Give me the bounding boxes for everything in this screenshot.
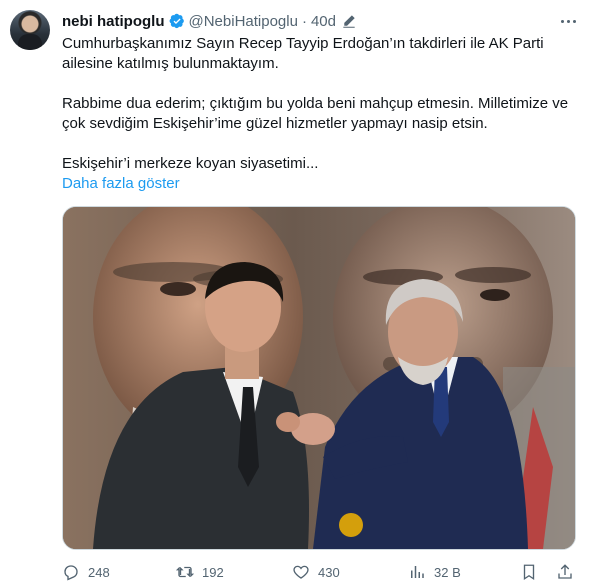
like-button[interactable]: 430: [292, 560, 340, 584]
views-button[interactable]: 32 B: [408, 560, 461, 584]
tweet-header: nebi hatipoglu @NebiHatipoglu · 40d: [62, 11, 592, 31]
views-chart-icon: [411, 566, 424, 578]
retweet-button[interactable]: 192: [176, 560, 224, 584]
author-handle[interactable]: @NebiHatipoglu: [189, 13, 298, 30]
retweet-icon: [176, 566, 194, 578]
verified-badge-icon: [169, 13, 184, 29]
photo-illustration: [63, 207, 575, 549]
show-more-link[interactable]: Daha fazla göster: [62, 174, 582, 194]
edited-pencil-icon[interactable]: [342, 14, 356, 28]
like-count: 430: [318, 564, 340, 580]
tweet-photo[interactable]: [62, 206, 576, 550]
reply-button[interactable]: 248: [62, 560, 110, 584]
more-options-icon[interactable]: [558, 11, 578, 31]
bookmark-icon: [523, 564, 535, 581]
author-name[interactable]: nebi hatipoglu: [62, 13, 165, 30]
author-avatar[interactable]: [10, 10, 50, 50]
heart-icon: [293, 565, 309, 579]
tweet-actions: 248 192 430 32 B: [62, 560, 582, 584]
tweet-time[interactable]: 40d: [311, 13, 336, 30]
tweet-paragraph-3: Eskişehir’i merkeze koyan siyasetimi...: [62, 155, 319, 172]
share-icon: [558, 564, 572, 579]
views-count: 32 B: [434, 564, 461, 580]
separator: ·: [301, 12, 307, 30]
tweet-paragraph-1: Cumhurbaşkanımız Sayın Recep Tayyip Erdo…: [62, 35, 544, 72]
reply-count: 248: [88, 564, 110, 580]
retweet-count: 192: [202, 564, 224, 580]
tweet-text: Cumhurbaşkanımız Sayın Recep Tayyip Erdo…: [62, 34, 582, 194]
bookmark-button[interactable]: [520, 560, 546, 584]
tweet-paragraph-2: Rabbime dua ederim; çıktığım bu yolda be…: [62, 95, 569, 132]
share-button[interactable]: [556, 560, 582, 584]
reply-icon: [64, 565, 78, 581]
